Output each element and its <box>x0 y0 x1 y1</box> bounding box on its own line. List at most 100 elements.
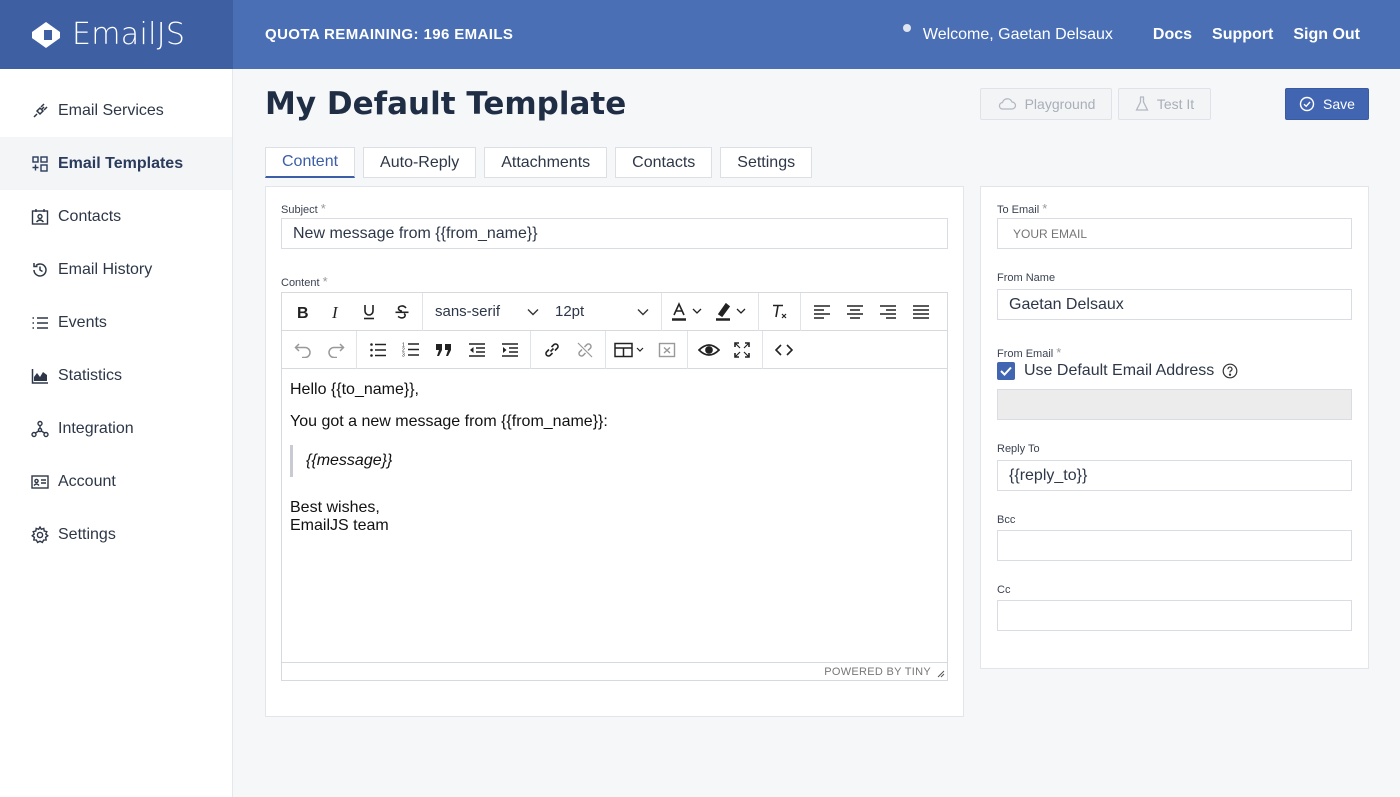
use-default-checkbox[interactable] <box>997 362 1015 380</box>
sidebar-item-account[interactable]: Account <box>0 455 232 508</box>
preview-button[interactable] <box>692 331 725 369</box>
sign-out-link[interactable]: Sign Out <box>1293 26 1360 44</box>
template-tabs: Content Auto-Reply Attachments Contacts … <box>265 147 820 178</box>
highlight-icon <box>716 302 746 321</box>
blockquote-button[interactable] <box>427 331 460 369</box>
redo-button[interactable] <box>319 331 352 369</box>
align-center-button[interactable] <box>838 293 871 331</box>
source-code-button[interactable] <box>767 331 800 369</box>
sidebar-item-events[interactable]: Events <box>0 296 232 349</box>
bcc-label: Bcc <box>997 514 1016 526</box>
outdent-button[interactable] <box>460 331 493 369</box>
cloud-icon <box>998 98 1016 110</box>
code-icon <box>774 343 793 356</box>
strikethrough-icon <box>395 304 408 319</box>
delete-table-button[interactable] <box>650 331 683 369</box>
from-name-input[interactable]: Gaetan Delsaux <box>997 289 1352 320</box>
font-size-select[interactable]: 12pt <box>547 293 657 331</box>
support-link[interactable]: Support <box>1212 26 1273 44</box>
fullscreen-button[interactable] <box>725 331 758 369</box>
test-it-button[interactable]: Test It <box>1118 88 1211 120</box>
cc-label: Cc <box>997 584 1011 596</box>
reply-to-value: {{reply_to}} <box>1009 466 1088 484</box>
playground-button[interactable]: Playground <box>980 88 1112 120</box>
resize-handle-icon[interactable] <box>937 670 945 678</box>
quota-remaining: QUOTA REMAINING: 196 EMAILS <box>265 26 514 43</box>
to-email-input[interactable] <box>997 218 1352 249</box>
align-left-button[interactable] <box>805 293 838 331</box>
editor-toolbar-row-2: 123 <box>282 330 947 369</box>
tab-content[interactable]: Content <box>265 147 356 178</box>
highlight-color-button[interactable] <box>710 293 754 331</box>
font-family-select[interactable]: sans-serif <box>427 293 547 331</box>
rich-text-editor[interactable]: B I sans-serif 12pt 123 Hello {{to_name}… <box>281 292 948 681</box>
redo-icon <box>327 342 345 358</box>
strikethrough-button[interactable] <box>385 293 418 331</box>
align-center-icon <box>846 304 863 319</box>
bold-button[interactable]: B <box>286 293 319 331</box>
sidebar-item-settings[interactable]: Settings <box>0 508 232 561</box>
use-default-email-row: Use Default Email Address <box>997 362 1238 380</box>
bcc-input[interactable] <box>997 530 1352 561</box>
text-color-button[interactable] <box>666 293 710 331</box>
font-family-value: sans-serif <box>435 303 501 320</box>
sidebar-item-email-templates[interactable]: Email Templates <box>0 137 232 190</box>
sidebar-item-label: Settings <box>58 525 116 543</box>
undo-button[interactable] <box>286 331 319 369</box>
tab-auto-reply[interactable]: Auto-Reply <box>363 147 477 178</box>
sidebar-item-statistics[interactable]: Statistics <box>0 349 232 402</box>
insert-link-button[interactable] <box>535 331 568 369</box>
help-question-icon[interactable] <box>1222 363 1238 379</box>
flask-icon <box>1135 96 1149 111</box>
sidebar: Email Services Email Templates Contacts … <box>0 69 233 797</box>
powered-by-tiny[interactable]: POWERED BY TINY <box>824 666 931 678</box>
tab-contacts[interactable]: Contacts <box>615 147 713 178</box>
underline-icon <box>363 305 374 320</box>
numbered-list-button[interactable]: 123 <box>394 331 427 369</box>
gear-icon <box>30 525 50 545</box>
welcome-text: Welcome, Gaetan Delsaux <box>922 25 1113 43</box>
editor-body[interactable]: Hello {{to_name}}, You got a new message… <box>290 381 608 535</box>
delete-table-icon <box>658 342 675 357</box>
table-button[interactable] <box>610 331 650 369</box>
sidebar-item-contacts[interactable]: Contacts <box>0 190 232 243</box>
text-color-icon <box>672 301 702 321</box>
integration-icon <box>30 419 50 439</box>
sidebar-item-label: Contacts <box>58 207 122 225</box>
logo[interactable]: EmailJS <box>0 0 233 69</box>
subject-value: New message from {{from_name}} <box>293 224 538 242</box>
top-header: EmailJS QUOTA REMAINING: 196 EMAILS Welc… <box>0 0 1400 69</box>
use-default-label[interactable]: Use Default Email Address <box>1024 362 1214 380</box>
blockquote-icon <box>435 343 451 356</box>
remove-link-button[interactable] <box>568 331 601 369</box>
italic-button[interactable]: I <box>319 293 352 331</box>
tab-attachments[interactable]: Attachments <box>484 147 608 178</box>
docs-link[interactable]: Docs <box>1153 26 1192 44</box>
sidebar-item-email-history[interactable]: Email History <box>0 243 232 296</box>
sidebar-item-integration[interactable]: Integration <box>0 402 232 455</box>
reply-to-input[interactable]: {{reply_to}} <box>997 460 1352 491</box>
editor-statusbar: POWERED BY TINY <box>282 662 947 681</box>
unlink-icon <box>577 342 592 357</box>
numbered-list-icon: 123 <box>402 343 419 357</box>
sidebar-item-label: Email Services <box>58 101 164 119</box>
emailjs-logo-icon <box>32 21 60 48</box>
account-card-icon <box>30 472 50 492</box>
page-title: My Default Template <box>265 86 627 122</box>
logo-text: EmailJS <box>72 17 186 52</box>
subject-input[interactable]: New message from {{from_name}} <box>281 218 948 249</box>
indent-icon <box>501 342 518 357</box>
align-justify-button[interactable] <box>904 293 937 331</box>
clear-formatting-button[interactable] <box>763 293 796 331</box>
playground-label: Playground <box>1024 96 1096 112</box>
indent-button[interactable] <box>493 331 526 369</box>
body-greeting: Hello {{to_name}}, <box>290 381 419 398</box>
cc-input[interactable] <box>997 600 1352 631</box>
table-icon <box>614 342 644 357</box>
save-button[interactable]: Save <box>1285 88 1369 120</box>
underline-button[interactable] <box>352 293 385 331</box>
tab-settings[interactable]: Settings <box>720 147 813 178</box>
bullet-list-button[interactable] <box>361 331 394 369</box>
sidebar-item-email-services[interactable]: Email Services <box>0 84 232 137</box>
align-right-button[interactable] <box>871 293 904 331</box>
